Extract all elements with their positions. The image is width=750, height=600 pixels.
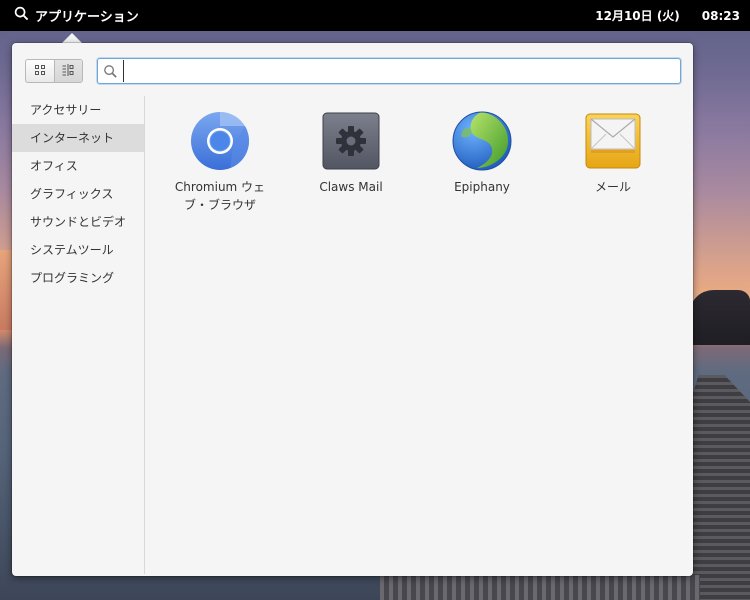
clock-time[interactable]: 08:23	[702, 9, 740, 23]
applications-menu-label: アプリケーション	[35, 10, 139, 25]
app-name: Claws Mail	[319, 180, 383, 194]
grid-view-icon	[33, 62, 47, 81]
search-icon	[103, 63, 119, 79]
app-epiphany[interactable]: Epiphany	[417, 110, 547, 196]
category-label: システムツール	[30, 243, 114, 257]
category-label: サウンドとビデオ	[30, 215, 127, 229]
mail-icon	[582, 110, 644, 172]
category-item-programming[interactable]: プログラミング	[12, 264, 144, 292]
category-item-accessories[interactable]: アクセサリー	[12, 96, 144, 124]
top-panel: アプリケーション 12月10日 (火) 08:23	[0, 0, 750, 31]
category-label: オフィス	[30, 159, 78, 173]
app-claws-mail[interactable]: Claws Mail	[286, 110, 416, 196]
app-name: メール	[594, 180, 631, 194]
clock-date[interactable]: 12月10日 (火)	[595, 7, 680, 24]
category-label: インターネット	[30, 131, 115, 145]
category-sidebar: アクセサリー インターネット オフィス グラフィックス サウンドとビデオ システ…	[12, 96, 145, 574]
applications-menu-button[interactable]: アプリケーション	[0, 0, 139, 31]
app-name: Chromium ウェ	[174, 180, 266, 194]
category-label: グラフィックス	[30, 187, 114, 201]
app-name-line2: ブ・ブラウザ	[183, 198, 256, 212]
wallpaper-pier	[693, 375, 750, 600]
category-item-sound-video[interactable]: サウンドとビデオ	[12, 208, 144, 236]
category-item-system-tools[interactable]: システムツール	[12, 236, 144, 264]
view-mode-switcher	[25, 59, 83, 83]
popover-arrow	[62, 33, 82, 43]
category-label: アクセサリー	[30, 103, 102, 117]
app-chromium[interactable]: Chromium ウェ ブ・ブラウザ	[155, 110, 285, 214]
applications-menu-popover: アクセサリー インターネット オフィス グラフィックス サウンドとビデオ システ…	[12, 43, 693, 576]
category-label: プログラミング	[30, 271, 115, 285]
wallpaper-sunset	[0, 250, 12, 330]
category-item-office[interactable]: オフィス	[12, 152, 144, 180]
claws-mail-icon	[320, 110, 382, 172]
wallpaper-trees	[690, 290, 750, 345]
grid-view-button[interactable]	[26, 60, 54, 82]
search-icon	[14, 6, 35, 25]
chromium-icon	[189, 110, 251, 172]
category-view-icon	[61, 62, 75, 81]
app-mail[interactable]: メール	[548, 110, 678, 196]
app-name: Epiphany	[454, 180, 510, 194]
category-item-graphics[interactable]: グラフィックス	[12, 180, 144, 208]
category-view-button[interactable]	[53, 60, 82, 82]
category-item-internet[interactable]: インターネット	[12, 124, 144, 152]
wallpaper-pier-bottom	[380, 575, 700, 600]
epiphany-icon	[451, 110, 513, 172]
search-input[interactable]	[123, 60, 680, 82]
search-field[interactable]	[97, 58, 681, 84]
